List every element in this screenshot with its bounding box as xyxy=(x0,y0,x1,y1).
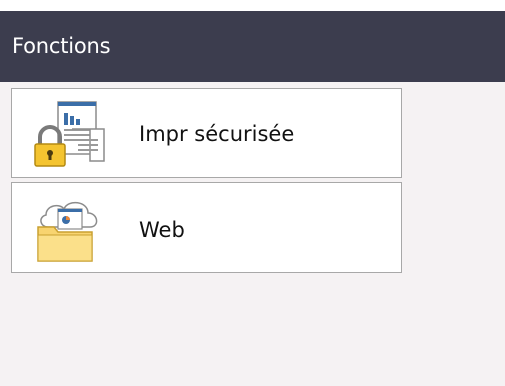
function-screen: Fonctions Impr sécurisée Web xyxy=(0,11,505,386)
title-bar: Fonctions xyxy=(0,11,505,82)
web-label: Web xyxy=(139,218,185,242)
secure-print-label: Impr sécurisée xyxy=(139,122,295,146)
secure-print-icon xyxy=(34,101,105,167)
secure-print-button[interactable]: Impr sécurisée xyxy=(11,88,402,178)
page-title: Fonctions xyxy=(12,34,111,58)
web-folder-icon xyxy=(37,201,98,262)
web-button[interactable]: Web xyxy=(11,182,402,273)
